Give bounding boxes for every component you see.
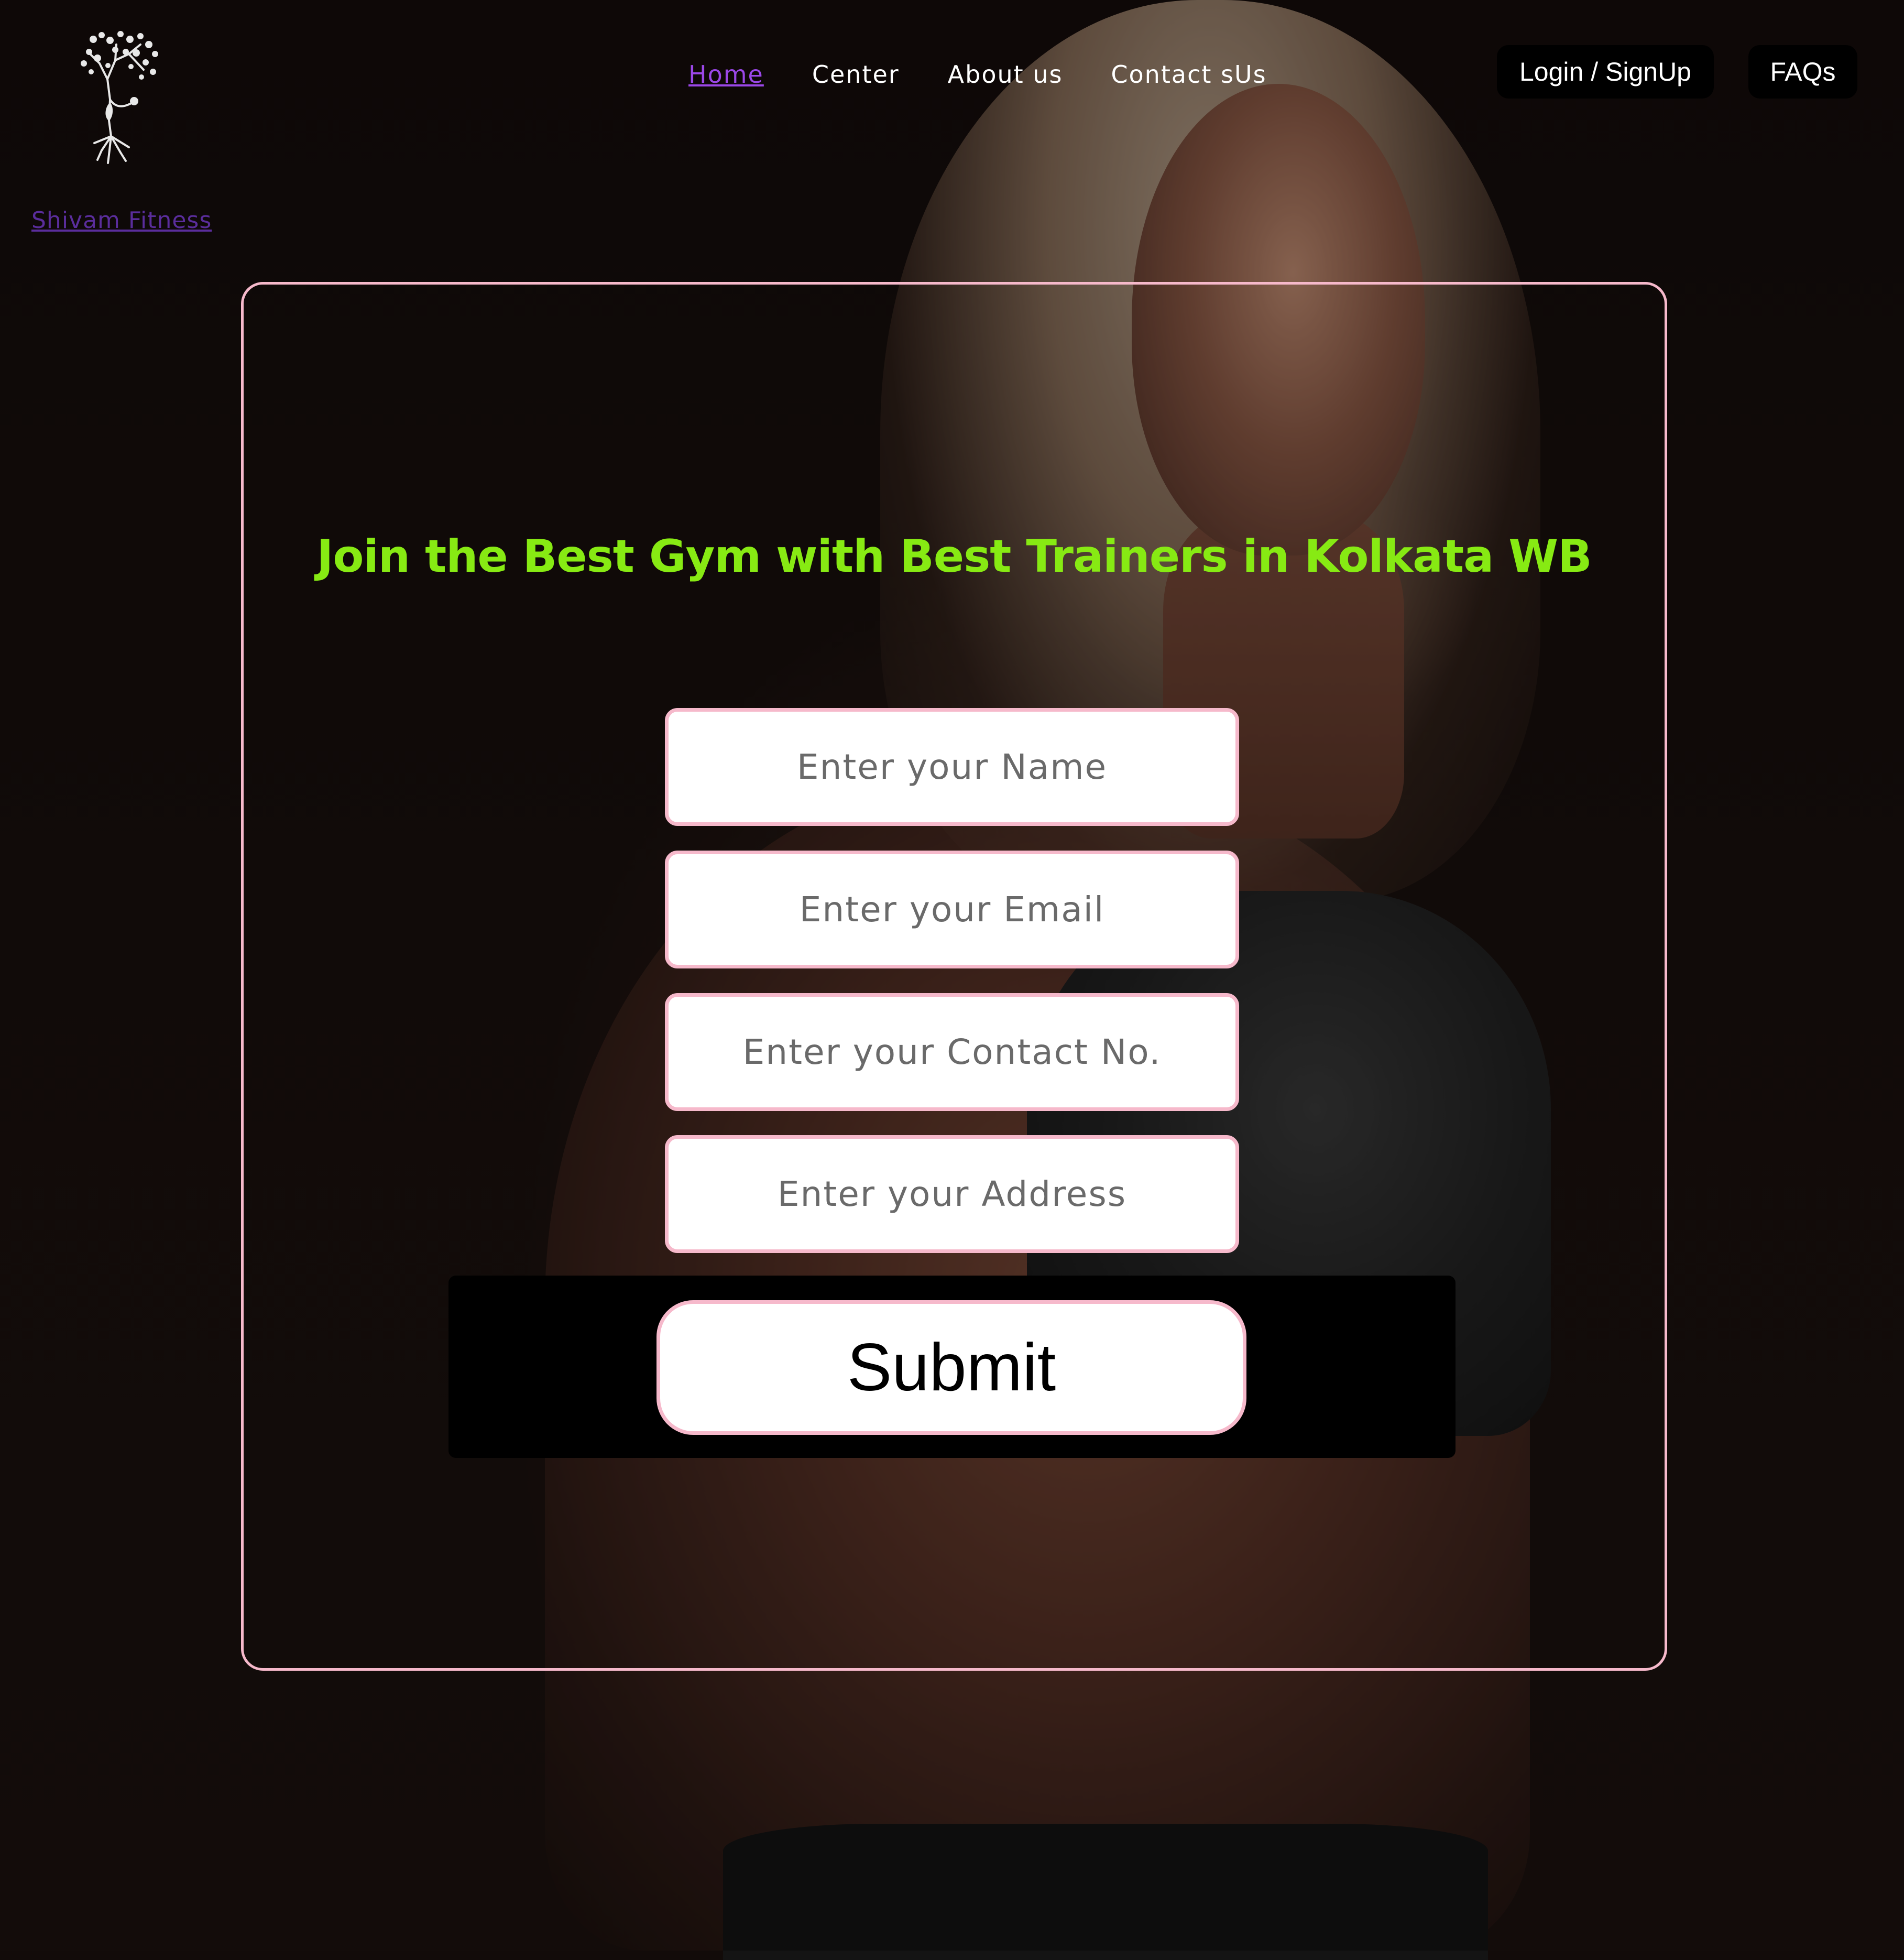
address-input[interactable]	[665, 1135, 1239, 1253]
faqs-button[interactable]: FAQs	[1748, 45, 1857, 99]
login-signup-button[interactable]: Login / SignUp	[1497, 45, 1714, 99]
nav-contact-link[interactable]: Contact sUs	[1111, 60, 1266, 89]
nav-home-link[interactable]: Home	[688, 60, 764, 89]
hero-headline: Join the Best Gym with Best Trainers in …	[316, 530, 1592, 583]
submit-button[interactable]: Submit	[656, 1300, 1246, 1435]
nav-center-link[interactable]: Center	[812, 60, 900, 89]
main-nav: Home Center About us Contact sUs	[688, 58, 1315, 91]
brand-name-link[interactable]: Shivam Fitness	[31, 207, 212, 234]
nav-about-link[interactable]: About us	[948, 60, 1063, 89]
name-input[interactable]	[665, 708, 1239, 826]
yoga-tree-logo-icon[interactable]	[79, 29, 160, 165]
email-input[interactable]	[665, 851, 1239, 968]
contact-number-input[interactable]	[665, 993, 1239, 1111]
signup-card	[241, 282, 1667, 1671]
